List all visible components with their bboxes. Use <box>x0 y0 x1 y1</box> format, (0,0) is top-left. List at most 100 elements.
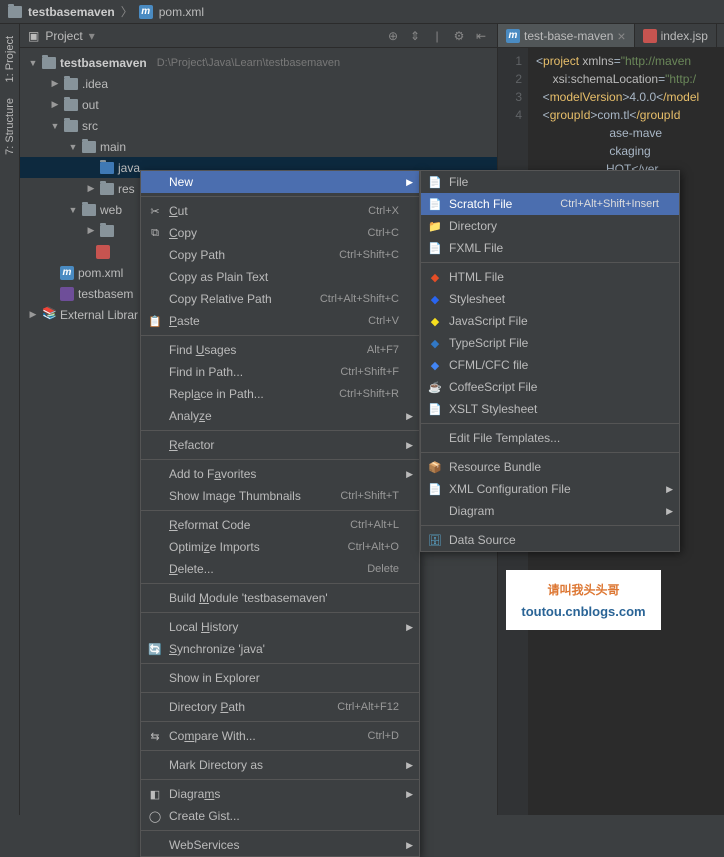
gear-icon[interactable]: ⚙ <box>451 28 467 44</box>
tree-node-src[interactable]: src <box>20 115 497 136</box>
submenu-bundle[interactable]: 📦Resource Bundle <box>421 456 679 478</box>
menu-show-thumbnails[interactable]: Show Image ThumbnailsCtrl+Shift+T <box>141 485 419 507</box>
menu-label: Find in Path... <box>169 365 243 379</box>
github-icon: ◯ <box>147 808 163 824</box>
dropdown-arrow-icon[interactable]: ▾ <box>89 29 95 43</box>
side-tab-project[interactable]: 1: Project <box>2 32 18 86</box>
target-icon[interactable]: ⊕ <box>385 28 401 44</box>
menu-find-in-path[interactable]: Find in Path...Ctrl+Shift+F <box>141 361 419 383</box>
submenu-fxml[interactable]: 📄FXML File <box>421 237 679 259</box>
submenu-js[interactable]: ◆JavaScript File <box>421 310 679 332</box>
hide-icon[interactable]: ⇤ <box>473 28 489 44</box>
expand-arrow-icon[interactable] <box>68 205 78 215</box>
collapse-icon[interactable]: ⇕ <box>407 28 423 44</box>
expand-arrow-icon[interactable] <box>68 142 78 152</box>
submenu-scratch[interactable]: 📄Scratch FileCtrl+Alt+Shift+Insert <box>421 193 679 215</box>
submenu-edit-templates[interactable]: Edit File Templates... <box>421 427 679 449</box>
editor-tab[interactable]: m test-base-maven × <box>498 24 635 47</box>
tree-label: out <box>82 98 99 112</box>
menu-show-explorer[interactable]: Show in Explorer <box>141 667 419 689</box>
menu-cut[interactable]: ✂CutCtrl+X <box>141 200 419 222</box>
tree-node-out[interactable]: out <box>20 94 497 115</box>
menu-webservices[interactable]: WebServices▶ <box>141 834 419 856</box>
hotkey: Ctrl+Alt+Shift+Insert <box>560 198 659 210</box>
menu-separator <box>421 423 679 424</box>
hotkey: Delete <box>367 563 399 575</box>
menu-separator <box>141 663 419 664</box>
submenu-file[interactable]: 📄File <box>421 171 679 193</box>
menu-new[interactable]: New▶ <box>141 171 419 193</box>
folder-icon <box>64 99 78 111</box>
menu-build-module[interactable]: Build Module 'testbasemaven' <box>141 587 419 609</box>
menu-analyze[interactable]: Analyze▶ <box>141 405 419 427</box>
menu-add-favorites[interactable]: Add to Favorites▶ <box>141 463 419 485</box>
expand-arrow-icon[interactable] <box>50 99 60 110</box>
expand-arrow-icon[interactable] <box>28 309 38 320</box>
breadcrumb-folder[interactable]: testbasemaven <box>28 5 115 19</box>
folder-icon: 📁 <box>427 218 443 234</box>
submenu-arrow-icon: ▶ <box>666 506 673 517</box>
menu-refactor[interactable]: Refactor▶ <box>141 434 419 456</box>
editor-tab[interactable]: index.jsp <box>635 24 717 47</box>
expand-arrow-icon[interactable] <box>28 58 38 68</box>
panel-title[interactable]: Project <box>45 29 82 43</box>
submenu-diagram[interactable]: Diagram▶ <box>421 500 679 522</box>
menu-copy-path[interactable]: Copy PathCtrl+Shift+C <box>141 244 419 266</box>
hotkey: Ctrl+Shift+R <box>339 388 399 400</box>
tree-root[interactable]: testbasemaven D:\Project\Java\Learn\test… <box>20 52 497 73</box>
hotkey: Ctrl+X <box>368 205 399 217</box>
menu-local-history[interactable]: Local History▶ <box>141 616 419 638</box>
hotkey: Ctrl+Shift+T <box>340 490 399 502</box>
menu-label: Build Module 'testbasemaven' <box>169 591 328 605</box>
expand-arrow-icon[interactable] <box>86 183 96 194</box>
panel-title-icon: ▣ <box>28 29 39 43</box>
menu-label: Create Gist... <box>169 809 240 823</box>
submenu-html[interactable]: ◆HTML File <box>421 266 679 288</box>
menu-separator <box>141 779 419 780</box>
tree-node-main[interactable]: main <box>20 136 497 157</box>
menu-replace-in-path[interactable]: Replace in Path...Ctrl+Shift+R <box>141 383 419 405</box>
folder-icon <box>100 225 114 237</box>
submenu-datasource[interactable]: 🗄Data Source <box>421 529 679 551</box>
menu-label: Paste <box>169 314 200 328</box>
submenu-cfml[interactable]: ◆CFML/CFC file <box>421 354 679 376</box>
submenu-directory[interactable]: 📁Directory <box>421 215 679 237</box>
diagram-icon: ◧ <box>147 786 163 802</box>
menu-optimize[interactable]: Optimize ImportsCtrl+Alt+O <box>141 536 419 558</box>
menu-reformat[interactable]: Reformat CodeCtrl+Alt+L <box>141 514 419 536</box>
menu-directory-path[interactable]: Directory PathCtrl+Alt+F12 <box>141 696 419 718</box>
menu-compare[interactable]: ⇆Compare With...Ctrl+D <box>141 725 419 747</box>
submenu-ts[interactable]: ◆TypeScript File <box>421 332 679 354</box>
line-number: 3 <box>498 88 522 106</box>
submenu-xml-config[interactable]: 📄XML Configuration File▶ <box>421 478 679 500</box>
menu-copy[interactable]: ⧉CopyCtrl+C <box>141 222 419 244</box>
menu-copy-plain[interactable]: Copy as Plain Text <box>141 266 419 288</box>
compare-icon: ⇆ <box>147 728 163 744</box>
menu-mark-directory[interactable]: Mark Directory as▶ <box>141 754 419 776</box>
folder-icon <box>42 57 56 69</box>
submenu-coffee[interactable]: ☕CoffeeScript File <box>421 376 679 398</box>
close-icon[interactable]: × <box>617 28 625 44</box>
submenu-arrow-icon: ▶ <box>406 840 413 851</box>
expand-arrow-icon[interactable] <box>50 121 60 131</box>
submenu-arrow-icon: ▶ <box>406 760 413 771</box>
tree-node-idea[interactable]: .idea <box>20 73 497 94</box>
menu-label: HTML File <box>449 270 504 284</box>
expand-arrow-icon[interactable] <box>86 225 96 236</box>
menu-copy-rel[interactable]: Copy Relative PathCtrl+Alt+Shift+C <box>141 288 419 310</box>
menu-synchronize[interactable]: 🔄Synchronize 'java' <box>141 638 419 660</box>
folder-icon <box>64 78 78 90</box>
submenu-stylesheet[interactable]: ◆Stylesheet <box>421 288 679 310</box>
expand-arrow-icon[interactable] <box>50 78 60 89</box>
submenu-xslt[interactable]: 📄XSLT Stylesheet <box>421 398 679 420</box>
menu-diagrams[interactable]: ◧Diagrams▶ <box>141 783 419 805</box>
menu-label: Copy Path <box>169 248 225 262</box>
hotkey: Ctrl+V <box>368 315 399 327</box>
side-tab-structure[interactable]: 7: Structure <box>2 94 18 159</box>
menu-delete[interactable]: Delete...Delete <box>141 558 419 580</box>
menu-paste[interactable]: 📋PasteCtrl+V <box>141 310 419 332</box>
menu-find-usages[interactable]: Find UsagesAlt+F7 <box>141 339 419 361</box>
breadcrumb-file[interactable]: pom.xml <box>159 5 204 19</box>
editor-tabs: m test-base-maven × index.jsp <box>498 24 724 48</box>
menu-create-gist[interactable]: ◯ Create Gist... <box>141 805 419 827</box>
